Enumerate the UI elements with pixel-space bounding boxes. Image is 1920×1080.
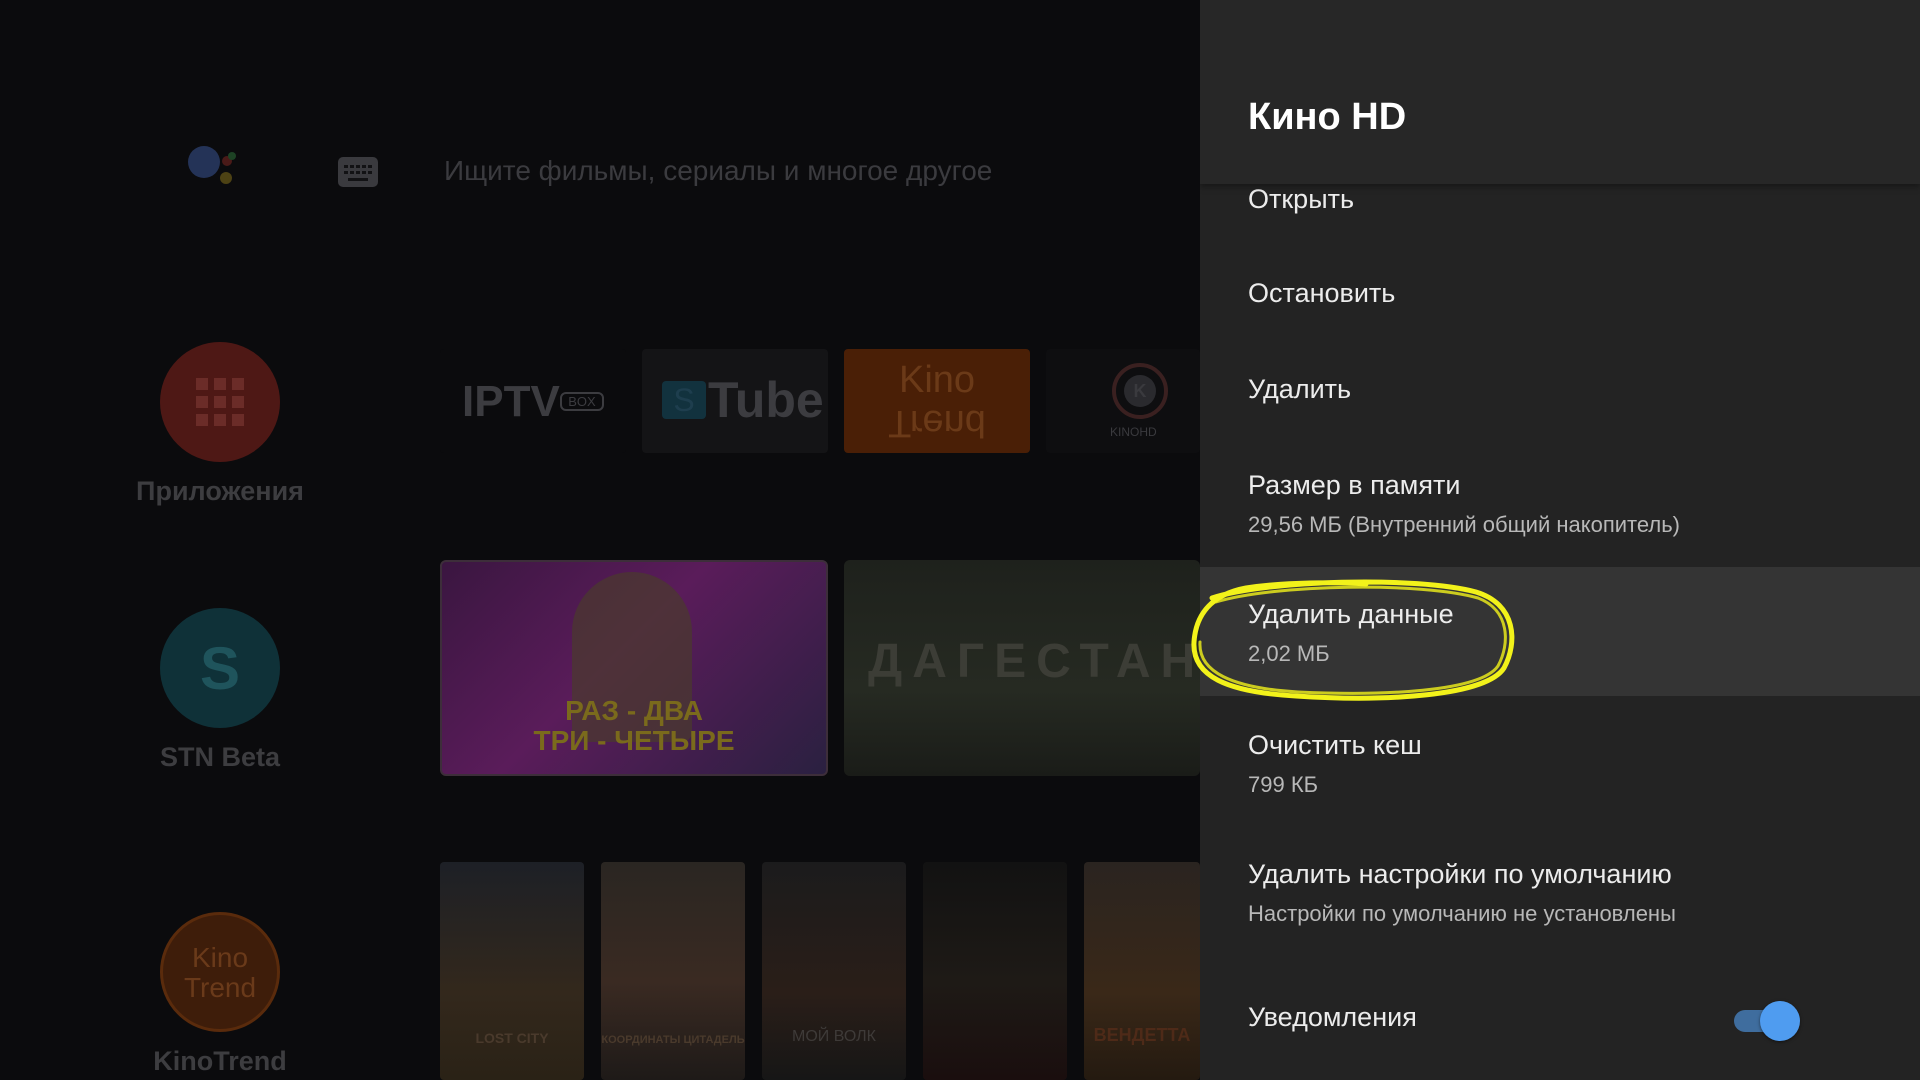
menu-clear-defaults-value: Настройки по умолчанию не установлены	[1248, 901, 1676, 926]
menu-clear-data[interactable]: Удалить данные 2,02 МБ	[1200, 567, 1920, 696]
tube-tile-sub: S	[662, 381, 706, 419]
poster-4[interactable]	[923, 862, 1067, 1080]
toggle-knob	[1760, 1001, 1800, 1041]
iptv-box-tile[interactable]: IPTV BOX	[440, 349, 626, 453]
kinotrend-glyph: Kino Trend	[183, 942, 257, 1003]
kinotrend-tile-text: Kino	[898, 359, 976, 401]
kinotrend-tile-sub: Trend	[888, 402, 986, 444]
menu-open-label: Открыть	[1248, 184, 1355, 214]
banner-raz-dva[interactable]: РАЗ - ДВА ТРИ - ЧЕТЫРЕ	[440, 560, 828, 776]
tube-tile[interactable]: S Tube	[642, 349, 828, 453]
poster-1-title: LOST CITY	[475, 1030, 549, 1046]
menu-clear-defaults[interactable]: Удалить настройки по умолчанию Настройки…	[1200, 839, 1920, 955]
kinohd-tile[interactable]: K KINOHD	[1046, 349, 1200, 453]
kinotrend-app[interactable]: Kino Trend KinoTrend	[110, 912, 330, 1077]
panel-title: Кино HD	[1248, 96, 1407, 138]
kinohd-tile-text: KINOHD	[1110, 425, 1157, 439]
kinotrend-tile[interactable]: Kino Trend	[844, 349, 1030, 453]
poster-3[interactable]: МОЙ ВОЛК	[762, 862, 906, 1080]
menu-storage-size-label: Размер в памяти	[1248, 470, 1461, 500]
menu-clear-cache[interactable]: Очистить кеш 799 КБ	[1200, 710, 1920, 826]
notifications-toggle[interactable]	[1734, 1000, 1802, 1041]
poster-5-title: ВЕНДЕТТА	[1093, 1025, 1191, 1045]
menu-uninstall[interactable]: Удалить	[1200, 350, 1920, 434]
apps-grid-icon	[160, 342, 280, 462]
apps-launcher[interactable]: Приложения	[110, 342, 330, 507]
banner-raz-dva-title: РАЗ - ДВА ТРИ - ЧЕТЫРЕ	[533, 695, 735, 756]
menu-storage-size[interactable]: Размер в памяти 29,56 МБ (Внутренний общ…	[1200, 450, 1920, 566]
menu-clear-cache-label: Очистить кеш	[1248, 730, 1422, 760]
kinohd-tile-sub: K	[1124, 375, 1156, 407]
menu-storage-size-value: 29,56 МБ (Внутренний общий накопитель)	[1248, 512, 1681, 537]
menu-clear-data-label: Удалить данные	[1248, 599, 1454, 629]
poster-5[interactable]: ВЕНДЕТТА	[1084, 862, 1200, 1080]
tube-tile-text: Tube	[708, 372, 824, 428]
google-assistant-icon[interactable]	[186, 144, 250, 204]
poster-1[interactable]: LOST CITY	[440, 862, 584, 1080]
menu-notifications-label: Уведомления	[1248, 1002, 1417, 1032]
menu-clear-defaults-label: Удалить настройки по умолчанию	[1248, 859, 1672, 889]
menu-force-stop-label: Остановить	[1248, 278, 1396, 308]
launcher-background: Ищите фильмы, сериалы и многое другое Пр…	[0, 0, 1200, 1080]
poster-3-title: МОЙ ВОЛК	[792, 1028, 876, 1045]
menu-clear-cache-value: 799 КБ	[1248, 772, 1319, 797]
iptv-tile-sub: BOX	[560, 392, 604, 411]
banner-dagestan[interactable]: ДАГЕСТАН	[844, 560, 1200, 776]
banner-dagestan-title: ДАГЕСТАН	[868, 635, 1200, 688]
menu-notifications[interactable]: Уведомления	[1200, 980, 1920, 1064]
poster-2-title: КООРДИНАТЫ ЦИТАДЕЛЬ	[601, 1034, 745, 1046]
menu-clear-data-value: 2,02 МБ	[1248, 641, 1330, 666]
menu-uninstall-label: Удалить	[1248, 374, 1352, 404]
kinotrend-label: KinoTrend	[153, 1046, 287, 1076]
stn-beta-label: STN Beta	[159, 742, 281, 772]
search-hint[interactable]: Ищите фильмы, сериалы и многое другое	[444, 155, 992, 187]
poster-2[interactable]: КООРДИНАТЫ ЦИТАДЕЛЬ	[601, 862, 745, 1080]
panel-header: Кино HD	[1200, 0, 1920, 184]
kinotrend-icon: Kino Trend	[160, 912, 280, 1032]
stn-beta-app[interactable]: S STN Beta	[110, 608, 330, 773]
stn-beta-icon: S	[160, 608, 280, 728]
apps-label: Приложения	[136, 476, 304, 506]
menu-force-stop[interactable]: Остановить	[1200, 252, 1920, 336]
app-settings-panel: Кино HD Открыть Остановить Удалить Разме…	[1200, 0, 1920, 1080]
keyboard-icon[interactable]	[338, 157, 378, 187]
iptv-tile-text: IPTV	[462, 377, 560, 426]
stn-beta-glyph: S	[199, 635, 241, 702]
